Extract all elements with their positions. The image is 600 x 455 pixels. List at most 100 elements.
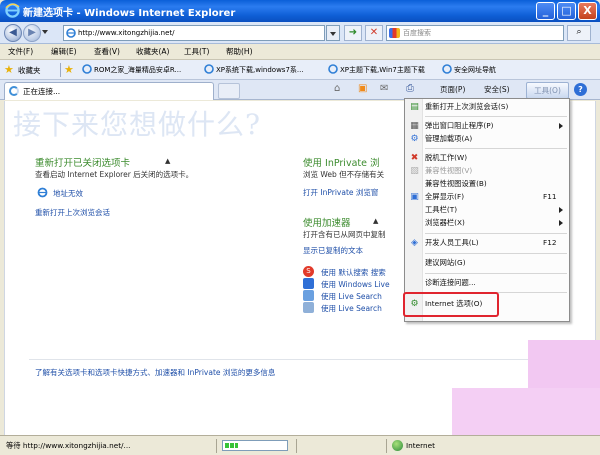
menu-item-diagnose[interactable]: 诊断连接问题... bbox=[405, 277, 569, 290]
help-icon[interactable]: ? bbox=[574, 83, 587, 96]
internet-zone-icon bbox=[392, 440, 403, 451]
menu-separator bbox=[425, 253, 567, 254]
menu-bar: 文件(F) 编辑(E) 查看(V) 收藏夹(A) 工具(T) 帮助(H) bbox=[0, 44, 600, 60]
accelerators-title: 使用加速器 bbox=[303, 218, 351, 229]
favorite-link-nav[interactable]: 安全网址导航 bbox=[454, 65, 496, 75]
page-menu-button[interactable]: 页面(P) bbox=[440, 84, 465, 95]
status-divider bbox=[386, 439, 387, 453]
accelerator-live-search-1[interactable]: 使用 Live Search bbox=[321, 291, 382, 302]
inprivate-desc: 浏览 Web 但不存储有关 bbox=[303, 170, 385, 179]
collapse-caret-icon[interactable]: ▲ bbox=[373, 217, 378, 225]
print-icon[interactable]: ⎙ bbox=[406, 83, 414, 94]
back-button[interactable]: ◀ bbox=[4, 24, 22, 42]
compat-view-icon: ▧ bbox=[410, 166, 419, 176]
menu-item-dev-tools[interactable]: ◈ 开发人员工具(L) F12 bbox=[405, 237, 569, 250]
refresh-button[interactable]: ➜ bbox=[344, 25, 362, 41]
search-button[interactable]: ⌕ bbox=[567, 25, 591, 41]
internet-options-highlight bbox=[403, 292, 499, 317]
favorites-bar: ★ 收藏夹 ★ ROM之家_海量精品安卓R... XP系统下载,windows7… bbox=[0, 60, 600, 80]
favorites-button[interactable]: 收藏夹 bbox=[18, 65, 41, 76]
minimize-button[interactable]: _ bbox=[536, 2, 555, 20]
page-icon bbox=[328, 64, 338, 74]
favorites-star-icon[interactable]: ★ bbox=[4, 63, 14, 76]
address-dropdown-icon[interactable] bbox=[326, 25, 340, 41]
fullscreen-icon: ▣ bbox=[410, 192, 419, 202]
history-dropdown-icon[interactable] bbox=[42, 30, 48, 34]
submenu-arrow-icon bbox=[559, 123, 563, 129]
loading-spinner-icon bbox=[9, 86, 19, 96]
menu-tools[interactable]: 工具(T) bbox=[184, 46, 209, 57]
ie-window: 新建选项卡 - Windows Internet Explorer _ □ X … bbox=[0, 0, 600, 455]
favorite-link-rom[interactable]: ROM之家_海量精品安卓R... bbox=[94, 65, 181, 75]
shortcut-f12: F12 bbox=[543, 238, 557, 247]
menu-item-popup-blocker[interactable]: ▦ 弹出窗口阻止程序(P) bbox=[405, 120, 569, 133]
tools-dropdown-menu: ▤ 重新打开上次浏览会话(S) ▦ 弹出窗口阻止程序(P) ⚙ 管理加载项(A)… bbox=[404, 98, 570, 322]
menu-item-fullscreen[interactable]: ▣ 全屏显示(F) F11 bbox=[405, 191, 569, 204]
add-favorite-icon[interactable]: ★ bbox=[64, 63, 74, 76]
tab-label: 正在连接... bbox=[23, 87, 61, 96]
status-divider bbox=[216, 439, 217, 453]
safety-menu-button[interactable]: 安全(S) bbox=[484, 84, 510, 95]
page-heading: 接下来您想做什么? bbox=[13, 108, 262, 141]
page-icon bbox=[82, 64, 92, 74]
address-input[interactable]: http://www.xitongzhijia.net/ bbox=[63, 25, 325, 41]
search-input[interactable]: 百度搜索 bbox=[386, 25, 564, 41]
favorites-separator bbox=[60, 63, 61, 77]
mail-icon[interactable]: ✉ bbox=[380, 83, 388, 94]
popup-blocker-icon: ▦ bbox=[410, 121, 419, 131]
menu-separator bbox=[425, 148, 567, 149]
feeds-icon[interactable]: ▣ bbox=[358, 83, 367, 94]
menu-item-suggested-sites[interactable]: 建议网站(G) bbox=[405, 257, 569, 270]
accelerator-live-search-2[interactable]: 使用 Live Search bbox=[321, 303, 382, 314]
submenu-arrow-icon bbox=[559, 220, 563, 226]
favorite-link-theme[interactable]: XP主题下载,Win7主题下载 bbox=[340, 65, 425, 75]
search-provider-icon bbox=[389, 28, 400, 38]
page-icon bbox=[442, 64, 452, 74]
menu-help[interactable]: 帮助(H) bbox=[226, 46, 253, 57]
reopen-tabs-title: 重新打开已关闭选项卡 bbox=[35, 158, 131, 169]
stop-button[interactable]: ✕ bbox=[365, 25, 383, 41]
menu-separator bbox=[425, 116, 567, 117]
menu-item-compat-view: ▧ 兼容性视图(V) bbox=[410, 166, 473, 176]
menu-item-explorer-bars[interactable]: 浏览器栏(X) bbox=[405, 217, 569, 230]
addons-icon: ⚙ bbox=[410, 134, 419, 144]
menu-edit[interactable]: 编辑(E) bbox=[51, 46, 77, 57]
home-icon[interactable]: ⌂ bbox=[334, 83, 340, 94]
menu-item-work-offline[interactable]: ✖ 脱机工作(W) bbox=[405, 152, 569, 165]
menu-item-compat-settings[interactable]: 兼容性视图设置(B) bbox=[405, 178, 569, 191]
menu-item-reopen-session[interactable]: ▤ 重新打开上次浏览会话(S) bbox=[405, 101, 569, 114]
accelerator-windows-live[interactable]: 使用 Windows Live bbox=[321, 279, 390, 290]
accelerators-desc: 打开含有已从网页中复制 bbox=[303, 230, 386, 239]
tools-menu-button[interactable]: 工具(O) bbox=[526, 82, 569, 99]
close-button[interactable]: X bbox=[578, 2, 597, 20]
search-accelerator-icon: S bbox=[303, 266, 314, 277]
maximize-button[interactable]: □ bbox=[557, 2, 576, 20]
menu-favorites[interactable]: 收藏夹(A) bbox=[136, 46, 169, 57]
menu-file[interactable]: 文件(F) bbox=[8, 46, 33, 57]
loading-progress-bar bbox=[222, 440, 288, 451]
status-divider bbox=[296, 439, 297, 453]
open-inprivate-link[interactable]: 打开 InPrivate 浏览窗 bbox=[303, 187, 378, 198]
menu-item-toolbars[interactable]: 工具栏(T) bbox=[405, 204, 569, 217]
ie-page-icon bbox=[37, 187, 48, 198]
accelerator-default-search[interactable]: 使用 默认搜索 搜索 bbox=[321, 267, 386, 278]
new-tab-button[interactable] bbox=[218, 83, 240, 99]
show-copied-text-link[interactable]: 显示已复制的文本 bbox=[303, 245, 363, 256]
window-title: 新建选项卡 - Windows Internet Explorer bbox=[23, 8, 236, 19]
progress-fill bbox=[225, 443, 238, 448]
forward-button[interactable]: ▶ bbox=[23, 24, 41, 42]
tab-loading[interactable]: 正在连接... bbox=[4, 82, 214, 100]
menu-item-manage-addons[interactable]: ⚙ 管理加载项(A) bbox=[405, 133, 569, 146]
favorite-link-xp[interactable]: XP系统下载,windows7系... bbox=[216, 65, 304, 75]
learn-more-link[interactable]: 了解有关选项卡和选项卡快捷方式、加速器和 InPrivate 浏览的更多信息 bbox=[35, 367, 275, 378]
submenu-arrow-icon bbox=[559, 207, 563, 213]
menu-view[interactable]: 查看(V) bbox=[94, 46, 120, 57]
status-text: 等待 http://www.xitongzhijia.net/... bbox=[6, 441, 131, 450]
closed-tab-link[interactable]: 地址无效 bbox=[53, 188, 83, 199]
mail-accelerator-icon bbox=[303, 278, 314, 289]
reopen-session-link[interactable]: 重新打开上次浏览会话 bbox=[35, 207, 110, 218]
reopen-tabs-desc: 查看启动 Internet Explorer 后关闭的选项卡。 bbox=[35, 170, 194, 179]
dev-tools-icon: ◈ bbox=[411, 238, 418, 248]
collapse-caret-icon[interactable]: ▲ bbox=[165, 157, 170, 165]
page-icon bbox=[204, 64, 214, 74]
